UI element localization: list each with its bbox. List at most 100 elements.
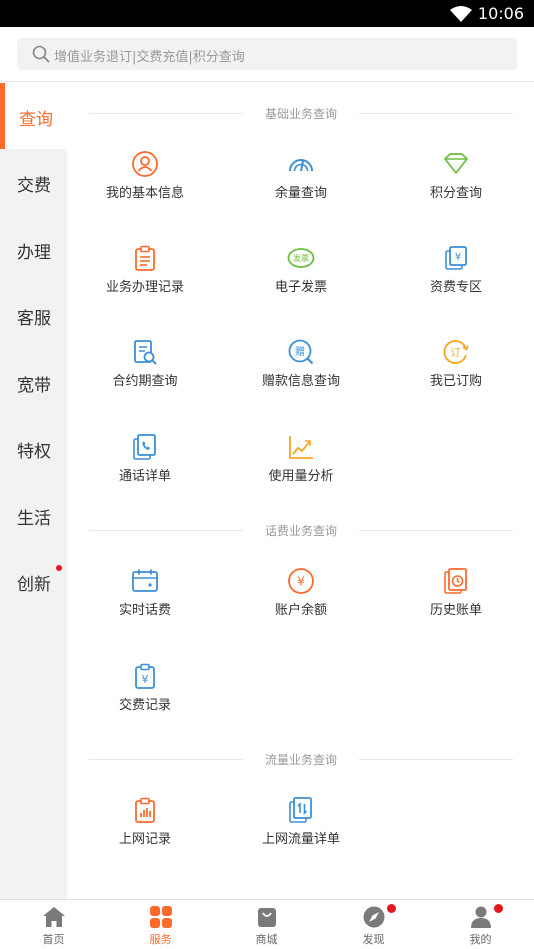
service-item-label: 交费记录 (118, 698, 171, 713)
nav-label: 发现 (362, 933, 385, 946)
service-item-tariff[interactable]: ¥ 资费专区 (378, 244, 534, 304)
sidebar-item-service[interactable]: 客服 (0, 282, 67, 348)
service-item-usage-analysis[interactable]: 使用量分析 (223, 433, 379, 493)
sidebar-item-payment[interactable]: 交费 (0, 149, 67, 215)
service-item-account-balance[interactable]: ¥ 账户余额 (223, 567, 379, 627)
sidebar-item-query[interactable]: 查询 (0, 83, 67, 149)
service-item-label: 实时话费 (118, 603, 171, 618)
sidebar-item-privilege[interactable]: 特权 (0, 415, 67, 481)
section-header: 基础业务查询 (89, 104, 513, 124)
status-time: 10:06 (477, 4, 524, 23)
diamond-icon (442, 150, 470, 178)
data-detail-icon (287, 796, 315, 824)
nav-label: 服务 (149, 933, 172, 946)
service-item-call-detail[interactable]: 通话详单 (67, 433, 223, 493)
service-item-label: 我已订购 (429, 374, 482, 389)
service-item-label: 业务办理记录 (105, 280, 184, 295)
yuan-circle-icon: ¥ (287, 567, 315, 595)
service-item-label: 积分查询 (429, 186, 482, 201)
bottom-nav: 首页 服务 商城 发现 我的 (0, 899, 534, 949)
notification-dot (56, 565, 62, 571)
tariff-icon: ¥ (442, 244, 470, 272)
service-item-label: 余量查询 (274, 186, 327, 201)
nav-shop[interactable]: 商城 (213, 900, 320, 949)
sidebar-item-innovation[interactable]: 创新 (0, 548, 67, 614)
nav-discover[interactable]: 发现 (320, 900, 427, 949)
service-grid: 基础业务查询 我的基本信息 余量查询 积分查询 业务办理记录 发票 电子发票 ¥ (67, 83, 534, 899)
service-item-realtime-fee[interactable]: 实时话费 (67, 567, 223, 627)
svg-text:发票: 发票 (293, 253, 309, 263)
trend-chart-icon (287, 433, 315, 461)
home-icon (42, 906, 66, 928)
sidebar-item-label: 生活 (17, 509, 51, 529)
service-item-label: 资费专区 (429, 280, 482, 295)
service-item-basic-info[interactable]: 我的基本信息 (67, 150, 223, 210)
sidebar-item-label: 宽带 (17, 376, 51, 396)
service-item-data-detail[interactable]: 上网流量详单 (223, 796, 379, 856)
service-item-gift-info[interactable]: 赠 赠款信息查询 (223, 338, 379, 398)
category-sidebar: 查询 交费 办理 客服 宽带 特权 生活 创新 (0, 83, 67, 899)
service-item-label: 账户余额 (274, 603, 327, 618)
section-header: 流量业务查询 (89, 750, 513, 770)
service-item-payment-record[interactable]: ¥ 交费记录 (67, 662, 223, 722)
gauge-icon (287, 150, 315, 178)
service-item-subscribed[interactable]: 订 我已订购 (378, 338, 534, 398)
svg-text:赠: 赠 (295, 345, 305, 358)
nav-mine[interactable]: 我的 (427, 900, 534, 949)
document-search-icon (131, 338, 159, 366)
service-item-label: 我的基本信息 (105, 186, 184, 201)
nav-label: 商城 (255, 933, 278, 946)
shop-bag-icon (255, 906, 279, 928)
service-item-label: 历史账单 (429, 603, 482, 618)
status-bar: 10:06 (0, 0, 534, 27)
service-item-data-record[interactable]: 上网记录 (67, 796, 223, 856)
compass-icon (362, 906, 386, 928)
sidebar-item-label: 客服 (17, 309, 51, 329)
service-item-history-bill[interactable]: 历史账单 (378, 567, 534, 627)
service-item-label: 电子发票 (274, 280, 327, 295)
service-item-contract[interactable]: 合约期查询 (67, 338, 223, 398)
search-placeholder: 增值业务退订|交费充值|积分查询 (54, 50, 245, 65)
service-item-label: 赠款信息查询 (261, 374, 340, 389)
nav-label: 首页 (42, 933, 65, 946)
service-item-handle-record[interactable]: 业务办理记录 (67, 244, 223, 304)
subscribed-icon: 订 (442, 338, 470, 366)
service-item-e-invoice[interactable]: 发票 电子发票 (223, 244, 379, 304)
sidebar-item-label: 办理 (17, 243, 51, 263)
sidebar-item-life[interactable]: 生活 (0, 482, 67, 548)
sidebar-item-handle[interactable]: 办理 (0, 216, 67, 282)
section-header: 话费业务查询 (89, 521, 513, 541)
service-item-label: 合约期查询 (112, 374, 178, 389)
wifi-icon (450, 6, 472, 26)
search-input[interactable]: 增值业务退订|交费充值|积分查询 (17, 38, 517, 70)
service-item-label: 上网流量详单 (261, 832, 340, 847)
active-indicator (0, 83, 5, 149)
notification-dot (387, 904, 396, 913)
data-record-icon (131, 796, 159, 824)
service-icon (149, 906, 173, 928)
service-item-balance[interactable]: 余量查询 (223, 150, 379, 210)
sidebar-item-label: 特权 (17, 442, 51, 462)
history-bill-icon (442, 567, 470, 595)
search-icon (32, 45, 50, 67)
svg-text:¥: ¥ (297, 575, 305, 589)
svg-text:订: 订 (451, 347, 461, 359)
sidebar-item-label: 交费 (17, 176, 51, 196)
profile-icon (469, 906, 493, 928)
payment-record-icon: ¥ (131, 662, 159, 690)
nav-home[interactable]: 首页 (0, 900, 107, 949)
sidebar-item-broadband[interactable]: 宽带 (0, 349, 67, 415)
notification-dot (494, 904, 503, 913)
gift-search-icon: 赠 (287, 338, 315, 366)
nav-label: 我的 (469, 933, 492, 946)
search-bar-area: 增值业务退订|交费充值|积分查询 (0, 27, 534, 82)
svg-text:¥: ¥ (455, 252, 461, 263)
nav-service[interactable]: 服务 (107, 900, 214, 949)
clipboard-icon (131, 244, 159, 272)
invoice-icon: 发票 (287, 244, 315, 272)
sidebar-item-label: 查询 (19, 110, 53, 130)
call-record-icon (131, 433, 159, 461)
service-item-label: 通话详单 (118, 469, 171, 484)
service-item-points[interactable]: 积分查询 (378, 150, 534, 210)
calendar-icon (131, 567, 159, 595)
